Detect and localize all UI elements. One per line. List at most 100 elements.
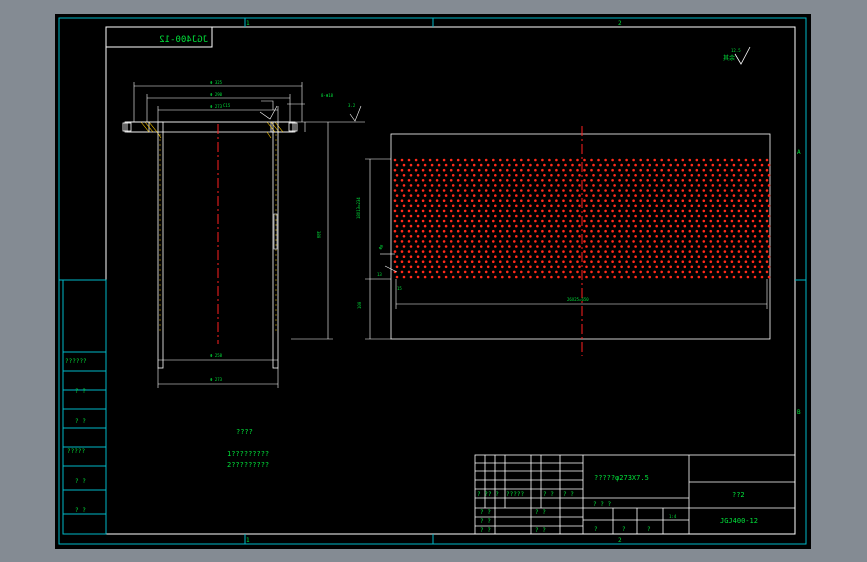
perforation-hole [613, 174, 616, 177]
perforation-hole [451, 163, 455, 167]
perforation-hole [634, 214, 637, 218]
perforation-hole [760, 245, 764, 248]
perforation-hole [683, 255, 687, 258]
perforation-hole [599, 224, 602, 228]
perforation-hole [604, 260, 607, 263]
perforation-hole [569, 168, 572, 172]
perforation-hole [444, 245, 448, 248]
perforation-hole [534, 179, 537, 182]
sign-row-4: ? ? [543, 491, 554, 498]
perforation-hole [730, 219, 734, 223]
perforation-hole [620, 265, 623, 269]
perforation-hole [758, 260, 762, 263]
perforation-development-view: 18X13=234 100 26X25=650 Φ8 13 15 [356, 126, 771, 356]
perforation-hole [723, 168, 727, 172]
perforation-hole [541, 179, 544, 182]
perforation-hole [716, 179, 720, 182]
perforation-hole [632, 240, 635, 243]
perforation-hole [428, 250, 432, 253]
perforation-hole [613, 235, 616, 238]
perforation-hole [550, 245, 553, 248]
perforation-hole [428, 189, 432, 192]
perforation-hole [758, 199, 762, 202]
perforation-hole [709, 250, 713, 253]
left-stamp-5: ? ? [75, 478, 86, 485]
perforation-hole [486, 255, 490, 258]
perforation-hole [555, 250, 558, 253]
perforation-hole [599, 275, 602, 279]
perforation-hole [660, 189, 663, 192]
perforation-hole [590, 209, 593, 213]
perforation-hole [746, 235, 750, 238]
perforation-hole [585, 174, 588, 177]
perforation-hole [555, 189, 558, 192]
perforation-hole [753, 174, 757, 177]
zone-ticks [59, 18, 806, 544]
perforation-hole [456, 209, 460, 213]
perforation-hole [472, 194, 476, 197]
perforation-hole [393, 189, 397, 192]
perforation-hole [435, 229, 439, 233]
perforation-hole [711, 163, 715, 167]
perforation-hole [648, 275, 651, 279]
perforation-hole [444, 204, 448, 208]
perforation-hole [463, 219, 467, 223]
perforation-hole [592, 163, 595, 167]
perforation-hole [527, 240, 530, 243]
perforation-hole [739, 204, 743, 208]
perforation-hole [499, 229, 502, 233]
perforation-hole [730, 189, 734, 192]
perforation-hole [484, 240, 488, 243]
perforation-hole [613, 194, 616, 197]
perforation-hole [604, 179, 607, 182]
perforation-hole [428, 199, 432, 202]
perforation-hole [746, 204, 750, 208]
perforation-hole [709, 168, 713, 172]
perforation-hole [639, 189, 642, 192]
perforation-hole [681, 219, 685, 223]
perforation-hole [583, 189, 586, 192]
perforation-hole [681, 179, 685, 182]
perforation-hole [449, 229, 453, 233]
perforation-hole [421, 270, 425, 274]
perforation-hole [718, 184, 722, 187]
perforation-hole [695, 179, 699, 182]
perforation-hole [620, 224, 623, 228]
perforation-hole [499, 240, 502, 243]
dim-hole-pitch: 13 [377, 272, 382, 277]
perforation-hole [444, 255, 448, 258]
perforation-hole [634, 265, 637, 269]
perforation-hole [550, 184, 553, 187]
perforation-hole [548, 199, 551, 202]
perforation-hole [695, 260, 699, 263]
perforation-hole [569, 179, 572, 182]
perforation-hole [732, 255, 736, 258]
perforation-hole [606, 275, 609, 279]
perforation-hole [674, 229, 678, 233]
perforation-hole [632, 250, 635, 253]
perforation-hole [437, 265, 441, 269]
perforation-hole [606, 184, 609, 187]
perforation-hole [585, 265, 588, 269]
perforation-hole [639, 158, 642, 162]
perforation-hole [765, 209, 769, 213]
perforation-hole [492, 270, 495, 274]
perforation-hole [508, 194, 511, 197]
perforation-hole [746, 245, 750, 248]
perforation-hole [499, 270, 502, 274]
perforation-hole [569, 250, 572, 253]
roughness-label: 其余 [723, 54, 735, 62]
perforation-hole [409, 184, 413, 187]
perforation-hole [737, 209, 741, 213]
perforation-hole [409, 265, 413, 269]
tube-section-view: Φ 325 Φ 290 Φ 273 8-Φ18 C15 3.2 380 Φ 25… [122, 80, 365, 388]
perforation-hole [477, 209, 481, 213]
perforation-hole [585, 275, 588, 279]
cad-drawing: 1 2 1 2 A B JGJ400-12 ?????? ? ? ? ? ???… [58, 17, 807, 545]
perforation-hole [534, 219, 537, 223]
perforation-hole [597, 270, 600, 274]
perforation-hole [458, 245, 462, 248]
perforation-hole [562, 199, 565, 202]
perforation-hole [641, 194, 644, 197]
perforation-hole [414, 240, 418, 243]
